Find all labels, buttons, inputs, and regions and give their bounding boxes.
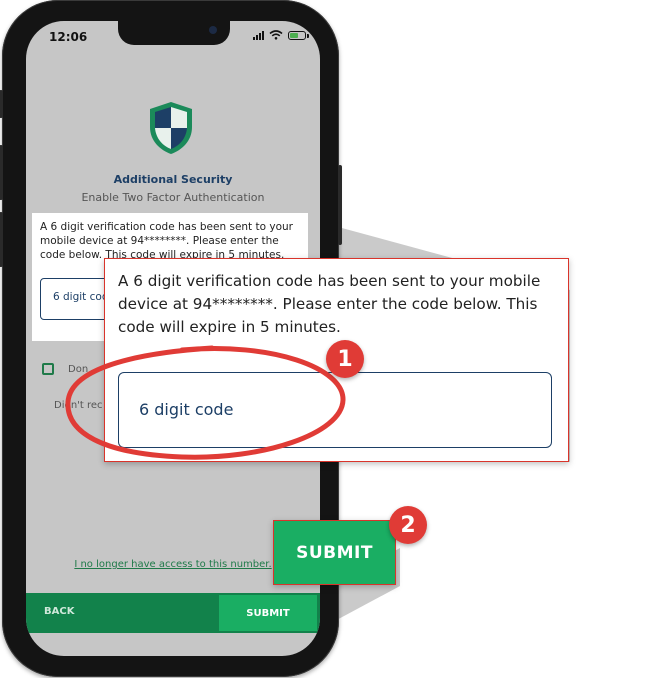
- verification-message: A 6 digit verification code has been sen…: [40, 221, 293, 261]
- remember-checkbox[interactable]: [42, 363, 54, 375]
- wifi-icon: [269, 30, 283, 40]
- power-button: [338, 165, 342, 245]
- battery-icon: [288, 30, 309, 40]
- status-time: 12:06: [49, 30, 88, 44]
- step-badge-2: 2: [389, 506, 427, 544]
- shield-icon: [150, 102, 192, 154]
- step-badge-1: 1: [326, 340, 364, 378]
- zoom-verification-message: A 6 digit verification code has been sen…: [118, 272, 541, 336]
- page-subtitle: Enable Two Factor Authentication: [81, 191, 265, 204]
- highlight-ellipse: [65, 345, 346, 460]
- volume-up-button: [0, 145, 3, 200]
- footer-bar: BACK SUBMIT: [26, 593, 320, 633]
- page-title: Additional Security: [113, 173, 233, 186]
- signal-icon: [253, 30, 264, 40]
- back-button[interactable]: BACK: [44, 606, 74, 617]
- status-icons: [253, 30, 309, 40]
- submit-button[interactable]: SUBMIT: [219, 595, 317, 631]
- zoom-submit-button[interactable]: SUBMIT: [273, 520, 396, 585]
- mute-switch: [0, 90, 3, 118]
- camera-icon: [209, 26, 217, 34]
- volume-down-button: [0, 212, 3, 267]
